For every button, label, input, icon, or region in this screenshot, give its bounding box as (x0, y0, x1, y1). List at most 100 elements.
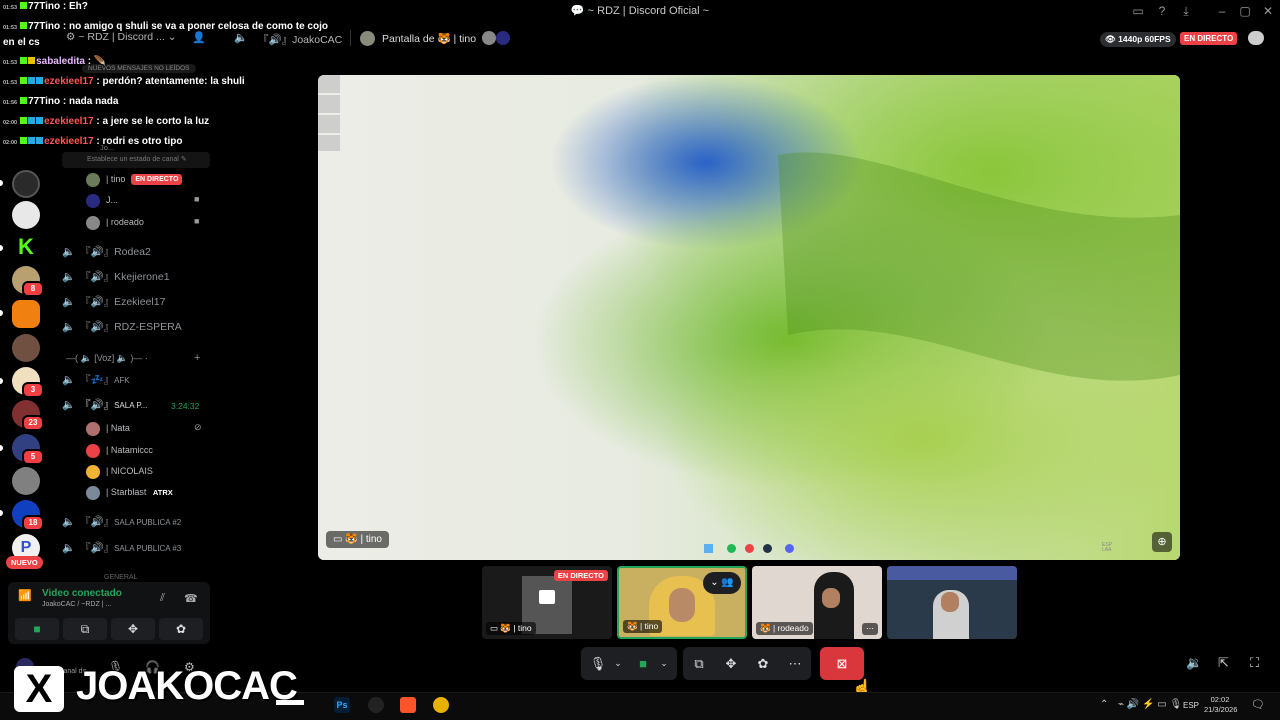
server-icon[interactable]: 18 (12, 500, 44, 531)
fullscreen-icon[interactable]: ⛶ (1250, 655, 1259, 671)
voice-channel-rdz-espera[interactable]: 🔈 『🔊』RDZ-ESPERA (62, 317, 210, 337)
chevron-down-icon[interactable]: ⌄ (657, 647, 671, 680)
participant-tile[interactable] (887, 566, 1017, 639)
zoom-icon[interactable]: ⊕ (1152, 532, 1172, 552)
server-icon[interactable]: 8 (12, 266, 44, 297)
voice-channel-ezekieel17[interactable]: 🔈 『🔊』Ezekieel17 (62, 292, 210, 312)
divider (350, 30, 351, 46)
voice-channel-sala-publica-3[interactable]: 🔈 『🔊』SALA PUBLICA #3 (62, 538, 210, 558)
participant-tile[interactable]: ⌄ 👥 🐯 | tino (617, 566, 747, 639)
chevron-down-icon: ⌄ (167, 31, 177, 43)
brave-icon[interactable] (400, 697, 416, 713)
disconnect-icon[interactable]: ☎ (184, 592, 198, 605)
download-icon[interactable]: ⤓ (1178, 3, 1194, 19)
call-timer: 3:24:32 (171, 401, 200, 411)
chat-bubble-icon[interactable] (1248, 31, 1264, 45)
more-icon[interactable]: ⋯ (785, 647, 805, 680)
activities-icon[interactable]: ✥ (721, 647, 741, 680)
chrome-icon[interactable] (433, 697, 449, 713)
app-icon[interactable] (368, 697, 384, 713)
tray-icons[interactable]: ⌁ 🔊 ⚡ ▭ 🎙 (1118, 699, 1182, 710)
tile-options-icon[interactable]: ⌄ 👥 (703, 572, 741, 594)
photoshop-icon[interactable]: Ps (334, 697, 350, 713)
server-icon[interactable] (12, 170, 40, 198)
notifications-icon[interactable]: 🗨 (1251, 698, 1265, 711)
clock[interactable]: 02:02 21/3/2026 (1204, 695, 1237, 715)
unread-badge: 8 (22, 281, 44, 297)
voice-user-rodeado[interactable]: | rodeado (86, 213, 144, 231)
close-button[interactable]: ✕ (1260, 3, 1276, 19)
tile-label: ▭ 🐯 | tino (486, 622, 536, 635)
voice-channel-kkejierone1[interactable]: 🔈 『🔊』Kkejierone1 (62, 267, 210, 287)
server-icon[interactable] (12, 300, 40, 328)
server-name-header[interactable]: ⚙ ~ RDZ | Discord ... ⌄ (66, 31, 177, 43)
tile-label: 🐯 | tino (623, 620, 663, 633)
stop-stream-button[interactable]: ⊠ (820, 647, 864, 680)
gear-icon: ⚙ (66, 31, 76, 43)
soundboard-button[interactable]: ✿ (159, 618, 203, 640)
voice-user[interactable]: | Nata (86, 419, 130, 437)
category-voz[interactable]: —( 🔈 [Voz] 🔈 )— · (66, 353, 148, 364)
add-member-icon[interactable]: 👤 (192, 31, 206, 44)
soundboard-icon[interactable]: ✿ (753, 647, 773, 680)
server-icon[interactable]: 5 (12, 434, 44, 465)
new-unread-pill[interactable]: NUEVO (6, 556, 43, 569)
voice-user[interactable]: | Starblast ATRX (86, 483, 173, 501)
screen-share-stream[interactable] (318, 75, 1180, 560)
participant-tile[interactable]: ⋯ 🐯 | rodeado (752, 566, 882, 639)
server-icon[interactable] (12, 201, 40, 229)
display-icon[interactable]: ▭ (1130, 3, 1146, 19)
mic-icon[interactable]: 🎙 (589, 647, 607, 680)
more-options-icon[interactable]: ⋯ (862, 623, 878, 635)
screen-icon (539, 590, 555, 604)
channel-header: 『🔊』JoakoCAC (258, 34, 343, 46)
voice-user-tino[interactable]: | tino EN DIRECTO (86, 170, 183, 188)
chat-message: 01:53 77Tino : Eh? (3, 1, 88, 12)
server-icon[interactable]: 23 (12, 400, 44, 431)
signal-icon[interactable]: 📶 (18, 589, 32, 602)
help-icon[interactable]: ? (1154, 3, 1170, 19)
avatar (86, 421, 100, 436)
stream-quality-badge[interactable]: 👁 1440p 60FPS (1100, 32, 1176, 47)
server-icon[interactable] (12, 334, 40, 362)
voice-channel-rodea2[interactable]: 🔈 『🔊』Rodea2 (62, 242, 210, 262)
voice-user[interactable]: | Natamiccc (86, 441, 153, 459)
voice-user[interactable]: | NICOLAIS (86, 462, 153, 480)
tray-chevron-icon[interactable]: ⌃ (1100, 699, 1108, 710)
avatar (86, 464, 100, 479)
camera-icon[interactable]: ■ (633, 647, 653, 680)
start-icon (704, 544, 713, 553)
input-language[interactable]: ESP (1183, 701, 1199, 710)
minimize-button[interactable]: – (1214, 3, 1230, 19)
channel-status-hint[interactable]: Establece un estado de canal ✎ (62, 152, 210, 168)
kick-server-icon[interactable]: K (12, 233, 40, 261)
server-icon[interactable]: 3 (12, 367, 44, 398)
chat-message: 01:56 77Tino : nada nada (3, 96, 119, 107)
camera-button[interactable]: ■ (15, 618, 59, 640)
participant-tile[interactable]: EN DIRECTO ▭ 🐯 | tino (482, 566, 612, 639)
share-screen-icon[interactable]: ⧉ (689, 647, 709, 680)
x-logo: X (14, 666, 64, 712)
avatar (86, 193, 100, 208)
voice-user-j[interactable]: J... (86, 191, 118, 209)
voice-channel-sala-publica-2[interactable]: 🔈 『🔊』SALA PUBLICA #2 (62, 512, 210, 532)
activities-button[interactable]: ✥ (111, 618, 155, 640)
pencil-icon: ✎ (180, 156, 187, 163)
server-icon[interactable] (12, 467, 40, 495)
speaker-icon: 🔈 (62, 296, 76, 308)
add-channel-icon[interactable]: + (194, 352, 200, 364)
speaker-icon: 🔈 (62, 542, 76, 554)
popout-icon[interactable]: ⇱ (1218, 655, 1229, 671)
share-screen-button[interactable]: ⧉ (63, 618, 107, 640)
category-general[interactable]: GENERAL (104, 574, 137, 581)
volume-icon[interactable]: 🔉 (1186, 655, 1202, 671)
voice-channel-name[interactable]: JoakoCAC / ~RDZ | ... (42, 601, 111, 608)
brand-underline (276, 700, 304, 705)
activity-controls: ⧉ ✥ ✿ ⋯ (683, 647, 811, 680)
voice-channel-afk[interactable]: 🔈 『💤』AFK (62, 370, 210, 390)
chevron-down-icon[interactable]: ⌄ (611, 647, 625, 680)
maximize-button[interactable]: ▢ (1237, 3, 1253, 19)
muted-mic-icon: ⊘ (194, 422, 202, 432)
noise-suppression-icon[interactable]: ⫽ (160, 592, 165, 605)
mic-camera-controls: 🎙 ⌄ ■ ⌄ (581, 647, 677, 680)
